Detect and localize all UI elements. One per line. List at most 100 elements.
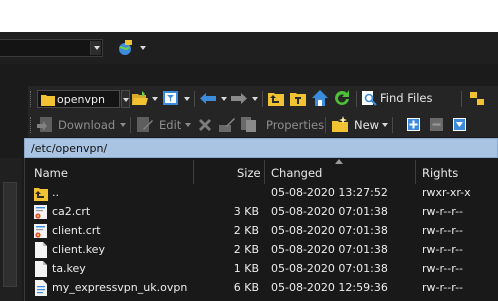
document-icon [34, 280, 48, 296]
file-changed: 05-08-2020 07:01:38 [271, 262, 388, 275]
file-changed: 05-08-2020 07:01:38 [271, 205, 388, 218]
file-name: ca2.crt [52, 205, 91, 218]
directory-combo[interactable]: openvpn [37, 90, 120, 108]
file-changed: 05-08-2020 13:27:52 [271, 186, 388, 199]
title-area [0, 0, 498, 32]
folder-icon [41, 95, 55, 106]
rename-icon[interactable] [219, 117, 235, 132]
certificate-icon [34, 204, 48, 220]
current-path: /etc/openvpn/ [31, 142, 108, 155]
chevron-down-icon[interactable] [90, 41, 101, 55]
forward-arrow-icon[interactable] [231, 92, 247, 105]
open-folder-icon[interactable] [132, 91, 148, 106]
column-size-label: Size [237, 166, 261, 180]
file-rights: rw-r--r-- [422, 224, 464, 237]
file-rights: rw-r--r-- [422, 243, 464, 256]
file-size: 3 KB [233, 205, 259, 218]
new-button[interactable]: New [354, 118, 379, 132]
toolbar-separator [130, 117, 131, 133]
back-arrow-icon[interactable] [200, 92, 216, 105]
chevron-down-icon[interactable] [185, 123, 191, 127]
chevron-down-icon[interactable] [152, 97, 158, 101]
file-name: client.crt [52, 224, 101, 237]
chevron-down-icon[interactable] [140, 46, 146, 50]
file-row[interactable]: my_expressvpn_uk.ovpn 6 KB 05-08-2020 12:5… [25, 279, 498, 298]
column-name-label: Name [34, 166, 68, 180]
tree-view-icon[interactable] [470, 92, 484, 105]
chevron-down-icon[interactable] [184, 97, 190, 101]
delete-icon[interactable] [198, 118, 212, 132]
chevron-down-icon[interactable] [382, 123, 388, 127]
scrollbar-thumb[interactable] [3, 182, 17, 287]
file-rights: rw-r--r-- [422, 262, 464, 275]
session-toolbar [0, 32, 498, 64]
file-rights: rwxr-xr-x [422, 186, 471, 199]
file-list: Name Size Changed Rights .. 05-08-2020 13… [24, 158, 498, 301]
file-changed: 05-08-2020 07:01:38 [271, 224, 388, 237]
file-size: 6 KB [233, 281, 259, 294]
column-header-rights[interactable]: Rights [416, 158, 498, 186]
refresh-icon[interactable] [334, 90, 350, 106]
file-row[interactable]: client.crt 2 KB 05-08-2020 07:01:38 rw-r--r… [25, 222, 498, 241]
toolbar-separator [356, 91, 357, 107]
root-directory-icon[interactable] [290, 91, 306, 106]
certificate-icon [34, 223, 48, 239]
edit-icon[interactable] [137, 117, 153, 132]
file-size: 2 KB [233, 224, 259, 237]
file-name: ta.key [52, 262, 86, 275]
column-changed-label: Changed [271, 166, 323, 180]
file-changed: 05-08-2020 07:01:38 [271, 243, 388, 256]
download-button[interactable]: Download [58, 118, 115, 132]
vertical-scrollbar[interactable] [0, 158, 22, 301]
home-icon[interactable] [312, 90, 328, 106]
properties-button[interactable]: Properties [266, 118, 324, 132]
toolbar-separator [262, 91, 263, 107]
toolbar-grip[interactable] [30, 91, 32, 107]
toolbar-separator [461, 91, 462, 107]
column-header-size[interactable]: Size [194, 158, 264, 186]
file-row[interactable]: client.key 2 KB 05-08-2020 07:01:38 rw-r--r… [25, 241, 498, 260]
edit-button[interactable]: Edit [159, 118, 181, 132]
chevron-down-icon[interactable] [221, 97, 227, 101]
file-size: 2 KB [233, 243, 259, 256]
network-globe-icon[interactable] [116, 39, 134, 57]
file-name: my_expressvpn_uk.ovpn [52, 281, 188, 294]
file-row[interactable]: ca2.crt 3 KB 05-08-2020 07:01:38 rw-r--r-- [25, 203, 498, 222]
expand-plus-icon[interactable] [407, 118, 420, 131]
file-rights: rw-r--r-- [422, 205, 464, 218]
find-files-button[interactable]: Find Files [380, 91, 432, 105]
find-files-icon[interactable] [362, 91, 377, 106]
file-actions-toolbar: Download Edit Properties New [28, 112, 498, 137]
parent-directory-icon[interactable] [268, 91, 284, 106]
collapse-minus-icon[interactable] [430, 118, 443, 131]
file-row[interactable]: ta.key 1 KB 05-08-2020 07:01:38 rw-r--r-- [25, 260, 498, 279]
select-filter-icon[interactable] [453, 118, 466, 131]
file-row[interactable]: .. 05-08-2020 13:27:52 rwxr-xr-x [25, 184, 498, 203]
parent-folder-icon [34, 185, 48, 201]
toolbar-separator [194, 91, 195, 107]
session-combo[interactable] [0, 39, 103, 57]
download-icon[interactable] [37, 117, 53, 132]
filter-icon[interactable] [163, 91, 179, 106]
toolbar-grip[interactable] [30, 117, 32, 133]
toolbar-separator [392, 117, 393, 133]
file-rights: rw-r--r-- [422, 281, 464, 294]
path-bar[interactable]: /etc/openvpn/ [24, 138, 498, 158]
sort-ascending-icon [335, 159, 343, 164]
file-changed: 05-08-2020 12:59:36 [271, 281, 388, 294]
file-icon [34, 242, 48, 258]
toolbar-gap [0, 64, 498, 86]
properties-icon[interactable] [241, 117, 256, 132]
new-folder-icon[interactable] [332, 116, 348, 132]
toolbar-separator [325, 117, 326, 133]
file-name: client.key [52, 243, 105, 256]
chevron-down-icon[interactable] [121, 90, 130, 108]
chevron-down-icon[interactable] [252, 97, 258, 101]
column-header-name[interactable]: Name [25, 158, 193, 186]
chevron-down-icon[interactable] [120, 123, 126, 127]
file-name: .. [52, 186, 59, 199]
directory-combo-label: openvpn [57, 93, 105, 106]
column-rights-label: Rights [422, 166, 459, 180]
file-icon [34, 261, 48, 277]
file-size: 1 KB [233, 262, 259, 275]
